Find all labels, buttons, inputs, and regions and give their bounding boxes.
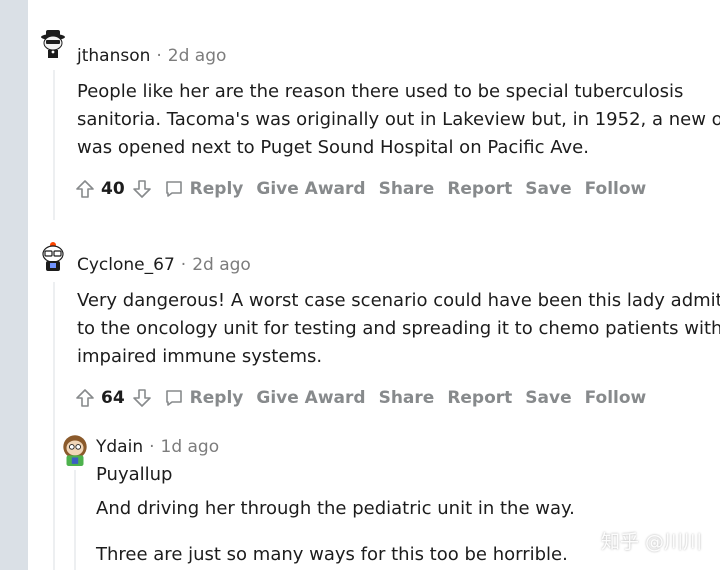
comments-panel: jthanson · 2d ago People like her are th… [28, 0, 720, 570]
comment-line: Puyallup [96, 464, 173, 485]
comment-bubble-icon [165, 390, 182, 406]
comment-bubble-icon [165, 181, 182, 197]
comment-body: People like her are the reason there use… [77, 78, 720, 162]
reply-button[interactable]: Reply [164, 388, 244, 408]
reply-label: Reply [189, 179, 244, 199]
comment-line: Very dangerous! A worst case scenario co… [77, 290, 720, 311]
comment-body: Very dangerous! A worst case scenario co… [77, 287, 720, 371]
save-button[interactable]: Save [525, 179, 571, 199]
downvote-icon[interactable] [132, 388, 152, 408]
comment-line: impaired immune systems. [77, 346, 323, 367]
downvote-icon[interactable] [132, 179, 152, 199]
thread-line[interactable] [53, 70, 55, 220]
username[interactable]: jthanson [77, 46, 150, 66]
upvote-icon[interactable] [75, 179, 95, 199]
give-award-button[interactable]: Give Award [256, 388, 365, 408]
follow-button[interactable]: Follow [585, 388, 647, 408]
comment-body: Puyallup And driving her through the ped… [96, 462, 575, 568]
upvote-icon[interactable] [75, 388, 95, 408]
avatar[interactable] [58, 432, 92, 466]
watermark: 知乎 @川川 [600, 531, 702, 553]
separator: · [156, 46, 162, 66]
vote-count: 64 [101, 388, 125, 408]
save-button[interactable]: Save [525, 388, 571, 408]
timestamp[interactable]: 2d ago [192, 255, 251, 275]
comment-actions: 40 Reply Give Award Share Report Save Fo… [75, 175, 659, 203]
separator: · [149, 437, 155, 457]
report-button[interactable]: Report [447, 388, 512, 408]
follow-button[interactable]: Follow [585, 179, 647, 199]
give-award-button[interactable]: Give Award [256, 179, 365, 199]
username[interactable]: Ydain [96, 437, 143, 457]
report-button[interactable]: Report [447, 179, 512, 199]
comment-line: to the oncology unit for testing and spr… [77, 318, 720, 339]
avatar[interactable] [37, 28, 69, 60]
comment-actions: 64 Reply Give Award Share Report Save Fo… [75, 384, 659, 412]
comment-line: People like her are the reason there use… [77, 81, 684, 102]
thread-line[interactable] [53, 282, 55, 570]
share-button[interactable]: Share [379, 179, 435, 199]
comment-line: was opened next to Puget Sound Hospital … [77, 137, 589, 158]
separator: · [180, 255, 187, 275]
vote-count: 40 [101, 179, 125, 199]
comment-line: And driving her through the pediatric un… [96, 498, 575, 519]
comment-line: Three are just so many ways for this too… [96, 544, 568, 565]
username[interactable]: Cyclone_67 [77, 255, 175, 275]
reply-button[interactable]: Reply [164, 179, 244, 199]
timestamp[interactable]: 2d ago [168, 46, 227, 66]
reply-label: Reply [189, 388, 244, 408]
share-button[interactable]: Share [379, 388, 435, 408]
timestamp[interactable]: 1d ago [161, 437, 220, 457]
comment-line: sanitoria. Tacoma's was originally out i… [77, 109, 720, 130]
avatar[interactable] [37, 240, 69, 272]
thread-line[interactable] [74, 470, 76, 570]
